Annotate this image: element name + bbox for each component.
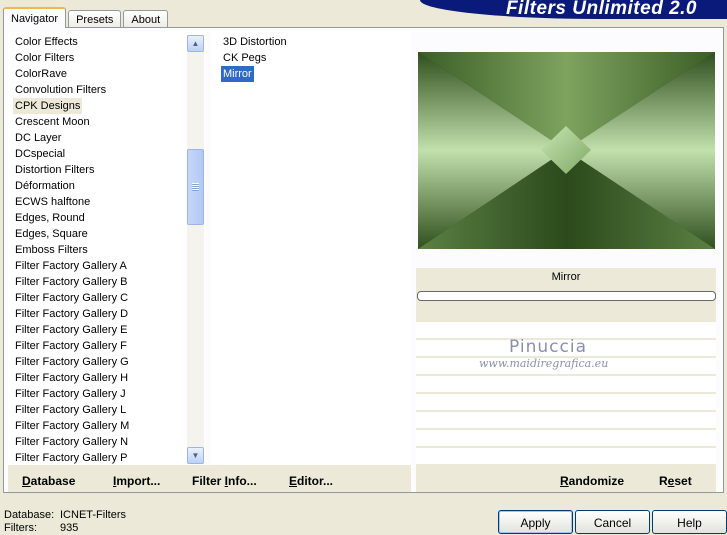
- category-item[interactable]: Filter Factory Gallery D: [13, 306, 130, 322]
- bottom-toolbar-left: Database Import... Filter Info... Editor…: [8, 465, 411, 492]
- randomize-button[interactable]: Randomize: [560, 474, 624, 488]
- category-item[interactable]: Déformation: [13, 178, 77, 194]
- filter-preview: [418, 52, 715, 249]
- category-scrollbar[interactable]: ▲ ▼: [187, 35, 204, 464]
- editor-button[interactable]: Editor...: [289, 474, 333, 488]
- category-item[interactable]: Filter Factory Gallery B: [13, 274, 129, 290]
- arrow-down-icon: ▼: [191, 451, 200, 460]
- status-info: Database: ICNET-Filters Filters: 935: [4, 509, 126, 535]
- bottom-toolbar-right: Randomize Reset: [416, 465, 716, 492]
- category-item[interactable]: DC Layer: [13, 130, 63, 146]
- database-button[interactable]: Database: [22, 474, 75, 488]
- filter-item[interactable]: 3D Distortion: [221, 34, 289, 50]
- category-item[interactable]: Filter Factory Gallery F: [13, 338, 129, 354]
- category-item[interactable]: Emboss Filters: [13, 242, 90, 258]
- category-item[interactable]: CPK Designs: [13, 98, 83, 114]
- filter-info-button[interactable]: Filter Info...: [192, 474, 257, 488]
- watermark-url: www.maidiregrafica.eu: [479, 357, 609, 370]
- tab-navigator[interactable]: Navigator: [3, 7, 67, 28]
- import-button[interactable]: Import...: [113, 474, 160, 488]
- category-item[interactable]: Distortion Filters: [13, 162, 96, 178]
- watermark-name: Pinuccia: [509, 337, 587, 357]
- category-item[interactable]: Color Effects: [13, 34, 80, 50]
- tab-presets[interactable]: Presets: [68, 10, 122, 28]
- filter-name-bar: Mirror: [416, 268, 716, 322]
- progress-bar: [417, 291, 716, 301]
- category-item[interactable]: Filter Factory Gallery M: [13, 418, 131, 434]
- tab-bar: Navigator Presets About: [3, 6, 170, 28]
- category-item[interactable]: Crescent Moon: [13, 114, 92, 130]
- category-item[interactable]: Filter Factory Gallery C: [13, 290, 130, 306]
- category-item[interactable]: Convolution Filters: [13, 82, 108, 98]
- category-item[interactable]: Filter Factory Gallery L: [13, 402, 128, 418]
- filter-item[interactable]: CK Pegs: [221, 50, 268, 66]
- category-item[interactable]: Edges, Round: [13, 210, 87, 226]
- filter-list[interactable]: 3D Distortion CK Pegs Mirror: [211, 32, 411, 465]
- category-item[interactable]: Filter Factory Gallery A: [13, 258, 129, 274]
- category-item[interactable]: Filter Factory Gallery J: [13, 386, 128, 402]
- scroll-down-button[interactable]: ▼: [187, 447, 204, 464]
- category-item[interactable]: Filter Factory Gallery H: [13, 370, 130, 386]
- category-item[interactable]: Filter Factory Gallery G: [13, 354, 131, 370]
- scroll-up-button[interactable]: ▲: [187, 35, 204, 52]
- app-banner: Filters Unlimited 2.0: [420, 0, 727, 19]
- category-item[interactable]: Filter Factory Gallery E: [13, 322, 129, 338]
- category-item[interactable]: Filter Factory Gallery N: [13, 434, 130, 450]
- category-item[interactable]: Edges, Square: [13, 226, 90, 242]
- reset-button[interactable]: Reset: [659, 474, 692, 488]
- grip-icon: [192, 183, 199, 191]
- category-item[interactable]: ColorRave: [13, 66, 69, 82]
- category-item[interactable]: Filter Factory Gallery P: [13, 450, 129, 465]
- category-list[interactable]: Color Effects Color Filters ColorRave Convo…: [8, 32, 206, 465]
- filter-item[interactable]: Mirror: [221, 66, 254, 82]
- cancel-button[interactable]: Cancel: [575, 510, 650, 534]
- scroll-thumb[interactable]: [187, 149, 204, 225]
- preview-image: [418, 52, 715, 249]
- status-database: Database: ICNET-Filters: [4, 509, 126, 521]
- category-item[interactable]: Color Filters: [13, 50, 76, 66]
- category-item[interactable]: DCspecial: [13, 146, 67, 162]
- arrow-up-icon: ▲: [191, 39, 200, 48]
- category-item[interactable]: ECWS halftone: [13, 194, 92, 210]
- tab-about[interactable]: About: [123, 10, 169, 28]
- current-filter-name: Mirror: [551, 271, 581, 283]
- apply-button[interactable]: Apply: [498, 510, 573, 534]
- app-title: Filters Unlimited 2.0: [505, 0, 697, 19]
- help-button[interactable]: Help: [652, 510, 727, 534]
